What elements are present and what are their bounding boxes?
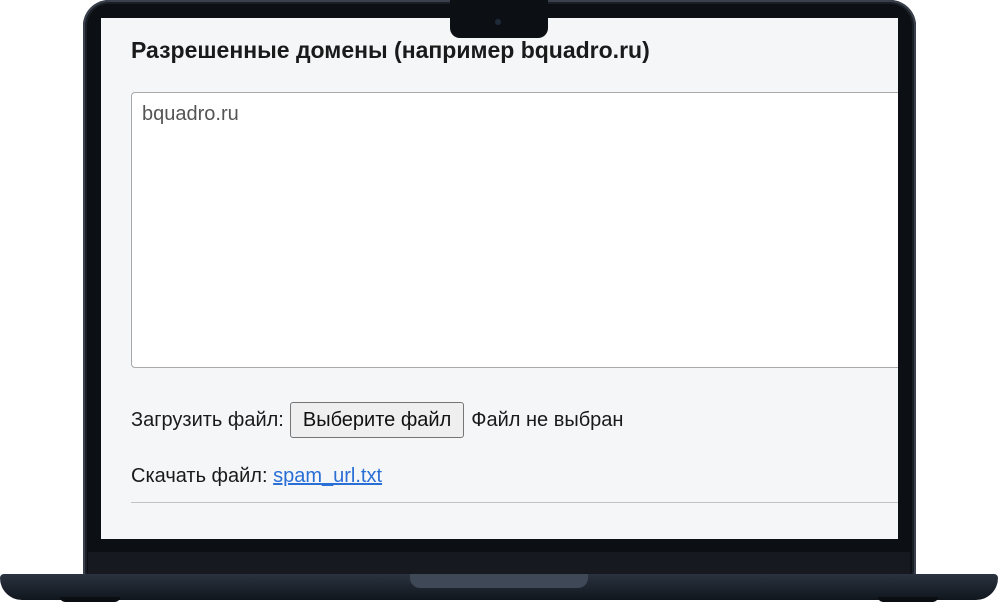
laptop-base-notch <box>410 574 588 588</box>
browser-screen: Разрешенные домены (например bquadro.ru)… <box>101 18 898 539</box>
allowed-domains-heading: Разрешенные домены (например bquadro.ru) <box>131 37 650 63</box>
no-file-status: Файл не выбран <box>471 408 624 431</box>
upload-row: Загрузить файл: Выберите файл Файл не вы… <box>131 402 623 438</box>
laptop-foot-left <box>60 597 120 602</box>
section-divider <box>131 502 898 503</box>
download-file-link[interactable]: spam_url.txt <box>273 465 382 487</box>
laptop-foot-right <box>878 597 938 602</box>
laptop-hinge <box>88 552 910 574</box>
allowed-domains-textarea[interactable]: bquadro.ru <box>131 92 898 368</box>
laptop-mockup: Разрешенные домены (например bquadro.ru)… <box>0 0 998 604</box>
download-row: Скачать файл: spam_url.txt <box>131 465 382 488</box>
laptop-notch <box>450 0 548 38</box>
camera-icon <box>495 19 501 25</box>
download-label: Скачать файл: <box>131 465 268 487</box>
choose-file-button[interactable]: Выберите файл <box>289 402 465 438</box>
upload-label: Загрузить файл: <box>131 408 284 431</box>
